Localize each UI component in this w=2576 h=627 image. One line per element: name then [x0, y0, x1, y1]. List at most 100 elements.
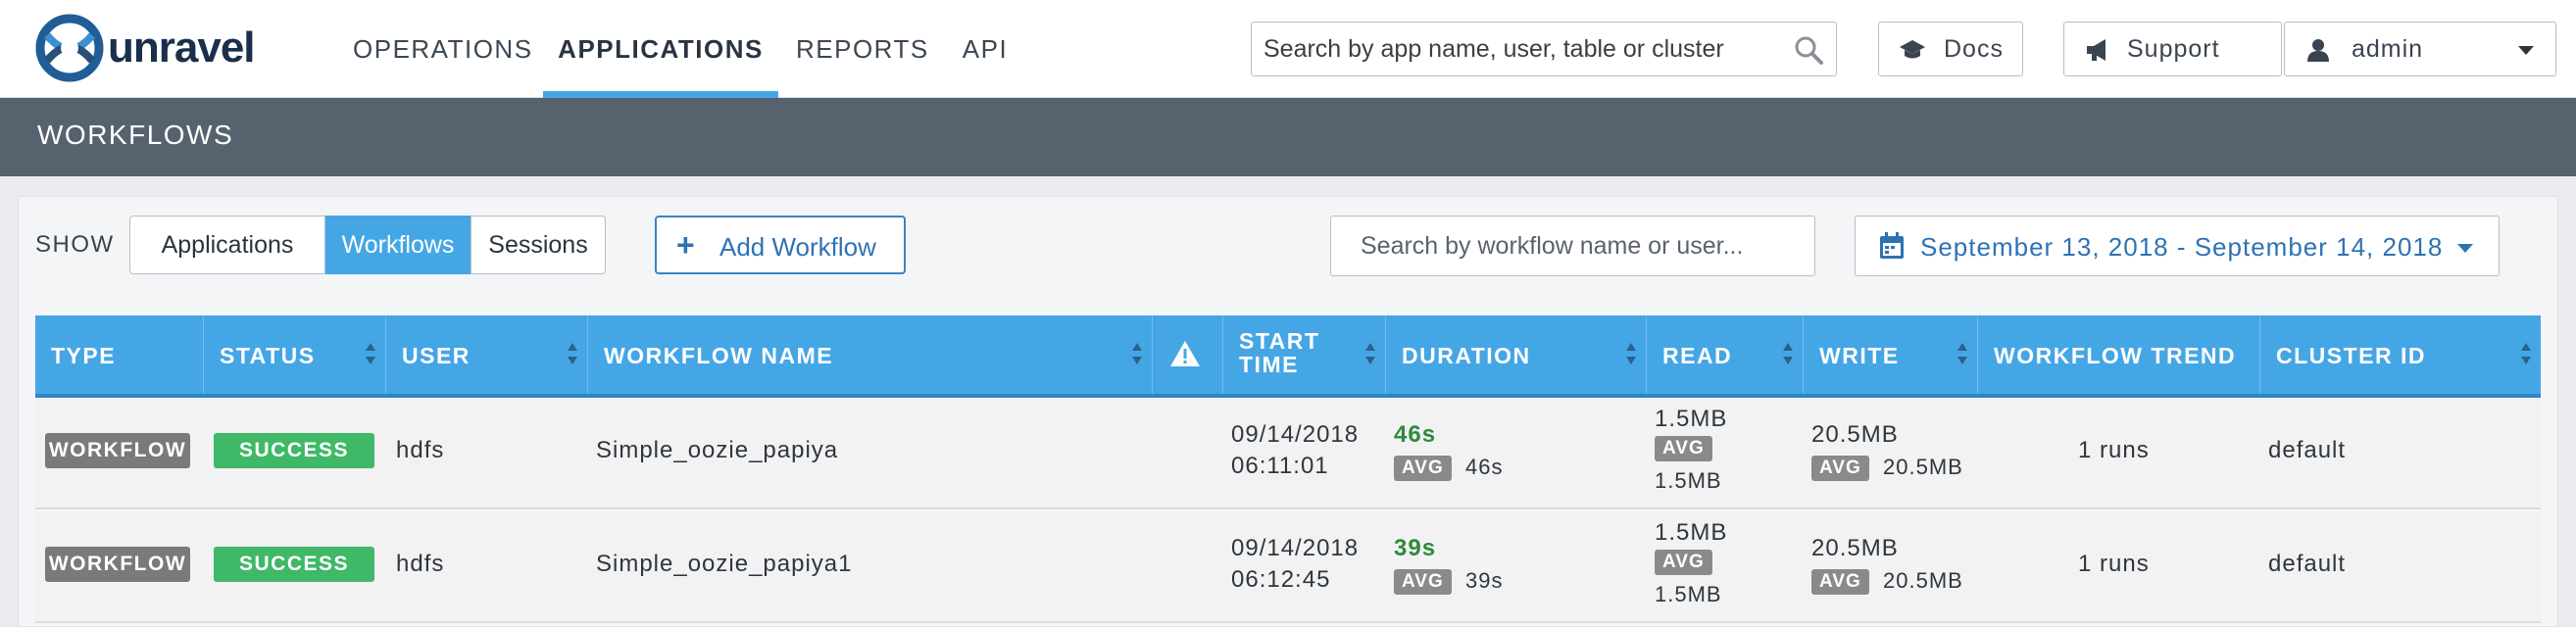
column-read[interactable]: READ: [1647, 315, 1804, 394]
workflow-name-link[interactable]: Simple_oozie_papiya: [596, 437, 838, 464]
column-duration[interactable]: DURATION: [1386, 315, 1647, 394]
workflow-trend-link[interactable]: 1 runs: [2078, 551, 2150, 578]
column-user-label: USER: [402, 343, 471, 368]
column-start-time-label: START TIME: [1239, 329, 1319, 376]
support-button-label: Support: [2127, 35, 2220, 63]
nav-reports[interactable]: REPORTS: [796, 0, 927, 98]
page-title: WORKFLOWS: [37, 120, 234, 150]
column-status-label: STATUS: [220, 343, 316, 368]
avg-badge: AVG: [1655, 550, 1712, 576]
column-type: TYPE: [35, 315, 204, 394]
start-date-cell: 09/14/2018: [1231, 421, 1360, 448]
add-workflow-label: Add Workflow: [719, 232, 876, 262]
column-status[interactable]: STATUS: [204, 315, 386, 394]
graduation-cap-icon: [1900, 40, 1925, 59]
column-workflow-trend: WORKFLOW TREND: [1978, 315, 2260, 394]
sort-icon[interactable]: [1132, 343, 1142, 368]
nav-applications[interactable]: APPLICATIONS: [543, 0, 778, 98]
write-avg-value: 20.5MB: [1883, 568, 1963, 593]
segment-workflows[interactable]: Workflows: [325, 216, 471, 274]
column-user[interactable]: USER: [386, 315, 588, 394]
sort-icon[interactable]: [366, 343, 375, 368]
start-time-cell: 06:11:01: [1231, 453, 1329, 479]
user-menu-button[interactable]: admin: [2284, 22, 2556, 76]
type-badge: WORKFLOW: [45, 547, 190, 582]
unravel-logo-icon: [35, 14, 104, 82]
add-workflow-button[interactable]: + Add Workflow: [655, 216, 906, 274]
section-header: WORKFLOWS: [0, 98, 2576, 176]
chevron-down-icon: [2457, 244, 2473, 253]
column-read-label: READ: [1662, 343, 1733, 368]
workflow-trend-link[interactable]: 1 runs: [2078, 437, 2150, 464]
workflow-name-link[interactable]: Simple_oozie_papiya1: [596, 551, 853, 578]
search-icon[interactable]: [1793, 34, 1824, 66]
avg-badge: AVG: [1811, 569, 1869, 596]
cluster-id-cell: default: [2268, 437, 2347, 463]
docs-button[interactable]: Docs: [1878, 22, 2023, 76]
column-workflow-trend-label: WORKFLOW TREND: [1994, 343, 2237, 368]
column-workflow-name-label: WORKFLOW NAME: [604, 343, 834, 368]
sort-icon[interactable]: [568, 343, 577, 368]
global-search-input[interactable]: [1263, 30, 1773, 68]
global-search: [1251, 22, 1837, 76]
write-avg: AVG 20.5MB: [1811, 568, 1963, 596]
read-avg: AVG: [1655, 549, 1712, 576]
plus-icon: +: [676, 227, 695, 263]
support-button[interactable]: Support: [2063, 22, 2282, 76]
sort-icon[interactable]: [1783, 343, 1793, 368]
duration-avg: AVG 46s: [1394, 455, 1503, 482]
status-badge: SUCCESS: [214, 547, 374, 582]
column-start-time-line2: TIME: [1239, 352, 1299, 377]
column-start-time[interactable]: START TIME: [1223, 315, 1386, 394]
workflow-search-input[interactable]: [1361, 228, 1802, 264]
write-cell: 20.5MB: [1811, 421, 1899, 448]
top-navigation: unravel OPERATIONS APPLICATIONS REPORTS …: [0, 0, 2576, 98]
warning-icon: [1170, 341, 1200, 366]
duration-avg-value: 39s: [1465, 568, 1504, 593]
avg-badge: AVG: [1655, 436, 1712, 462]
sort-icon[interactable]: [1626, 343, 1636, 368]
user-cell: hdfs: [396, 551, 445, 577]
table-row[interactable]: WORKFLOW SUCCESS hdfs Simple_oozie_papiy…: [35, 511, 2541, 623]
table-header: TYPE STATUS USER WORKFLOW NAME START TIME…: [35, 315, 2541, 398]
segment-sessions[interactable]: Sessions: [471, 216, 606, 274]
brand-logo[interactable]: unravel: [35, 14, 271, 84]
status-badge: SUCCESS: [214, 433, 374, 468]
table-row[interactable]: WORKFLOW SUCCESS hdfs Simple_oozie_papiy…: [35, 398, 2541, 509]
column-write[interactable]: WRITE: [1804, 315, 1978, 394]
brand-name: unravel: [108, 24, 256, 72]
column-workflow-name[interactable]: WORKFLOW NAME: [588, 315, 1153, 394]
chevron-down-icon: [2518, 46, 2534, 55]
cluster-id-cell: default: [2268, 551, 2347, 577]
read-avg-value: 1.5MB: [1655, 582, 1722, 606]
avg-badge: AVG: [1394, 456, 1452, 482]
avg-badge: AVG: [1811, 456, 1869, 482]
sort-icon[interactable]: [1957, 343, 1967, 368]
user-icon: [2307, 39, 2329, 62]
date-range-label: September 13, 2018 - September 14, 2018: [1920, 232, 2444, 262]
column-type-label: TYPE: [51, 343, 117, 368]
type-badge: WORKFLOW: [45, 433, 190, 468]
user-cell: hdfs: [396, 437, 445, 463]
docs-button-label: Docs: [1944, 35, 2004, 63]
date-range-picker[interactable]: September 13, 2018 - September 14, 2018: [1855, 216, 2500, 276]
duration-cell: 46s: [1394, 421, 1437, 448]
nav-api[interactable]: API: [953, 0, 1017, 98]
sort-icon[interactable]: [1365, 343, 1375, 368]
read-cell: 1.5MB: [1655, 519, 1728, 546]
column-duration-label: DURATION: [1402, 343, 1531, 368]
write-avg-value: 20.5MB: [1883, 455, 1963, 479]
column-alerts[interactable]: [1153, 315, 1223, 394]
column-start-time-line1: START: [1239, 328, 1320, 354]
megaphone-icon: [2087, 39, 2105, 61]
sort-icon[interactable]: [2521, 343, 2531, 368]
write-avg: AVG 20.5MB: [1811, 455, 1963, 482]
segment-applications[interactable]: Applications: [129, 216, 325, 274]
calendar-icon: [1880, 232, 1904, 259]
duration-cell: 39s: [1394, 535, 1437, 561]
nav-operations[interactable]: OPERATIONS: [353, 0, 531, 98]
user-menu-label: admin: [2352, 35, 2424, 63]
avg-badge: AVG: [1394, 569, 1452, 596]
column-cluster-id[interactable]: CLUSTER ID: [2260, 315, 2541, 394]
column-write-label: WRITE: [1819, 343, 1900, 368]
